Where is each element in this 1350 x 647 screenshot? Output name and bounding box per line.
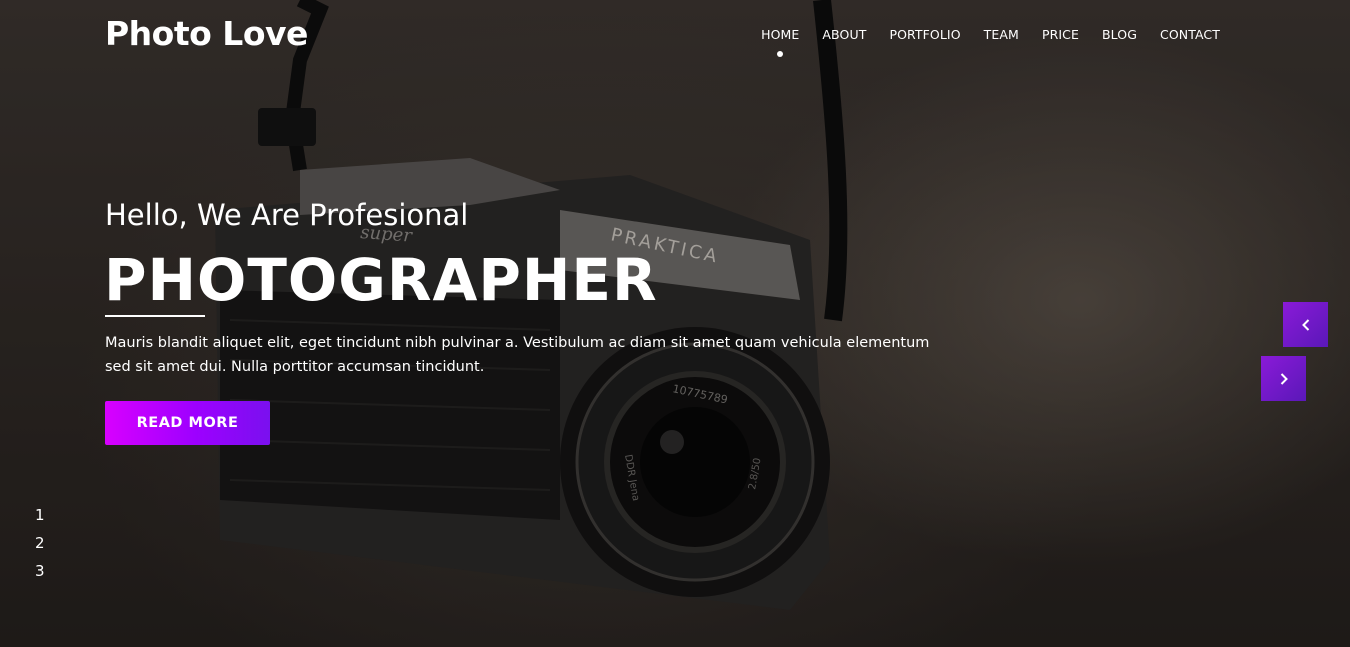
hero-headline: PHOTOGRAPHER [104, 246, 658, 314]
nav-item-blog[interactable]: BLOG [1102, 27, 1137, 42]
headline-underline [105, 315, 205, 317]
read-more-button[interactable]: READ MORE [105, 401, 270, 445]
nav-item-about[interactable]: ABOUT [822, 27, 866, 42]
hero-subtitle: Hello, We Are Profesional [105, 198, 469, 232]
main-nav: HOME ABOUT PORTFOLIO TEAM PRICE BLOG CON… [761, 27, 1220, 57]
chevron-right-icon [1280, 372, 1288, 385]
chevron-left-icon [1301, 318, 1309, 331]
nav-item-portfolio[interactable]: PORTFOLIO [889, 27, 960, 42]
nav-item-home[interactable]: HOME [761, 27, 799, 57]
hero-description: Mauris blandit aliquet elit, eget tincid… [105, 335, 930, 375]
hero-background: PRAKTICA super 10775789 DDR Jena 2.8/50 [0, 0, 1350, 647]
nav-item-team[interactable]: TEAM [984, 27, 1019, 42]
nav-item-contact[interactable]: CONTACT [1160, 27, 1220, 42]
pager-item-3[interactable]: 3 [35, 561, 51, 589]
site-logo[interactable]: Photo Love [105, 14, 308, 53]
pager-item-1[interactable]: 1 [35, 505, 51, 533]
dark-overlay [0, 0, 1350, 647]
nav-item-price[interactable]: PRICE [1042, 27, 1079, 42]
slide-pager: 1 2 3 [35, 505, 51, 589]
pager-item-2[interactable]: 2 [35, 533, 51, 561]
slider-prev-button[interactable] [1283, 302, 1328, 347]
slider-next-button[interactable] [1261, 356, 1306, 401]
